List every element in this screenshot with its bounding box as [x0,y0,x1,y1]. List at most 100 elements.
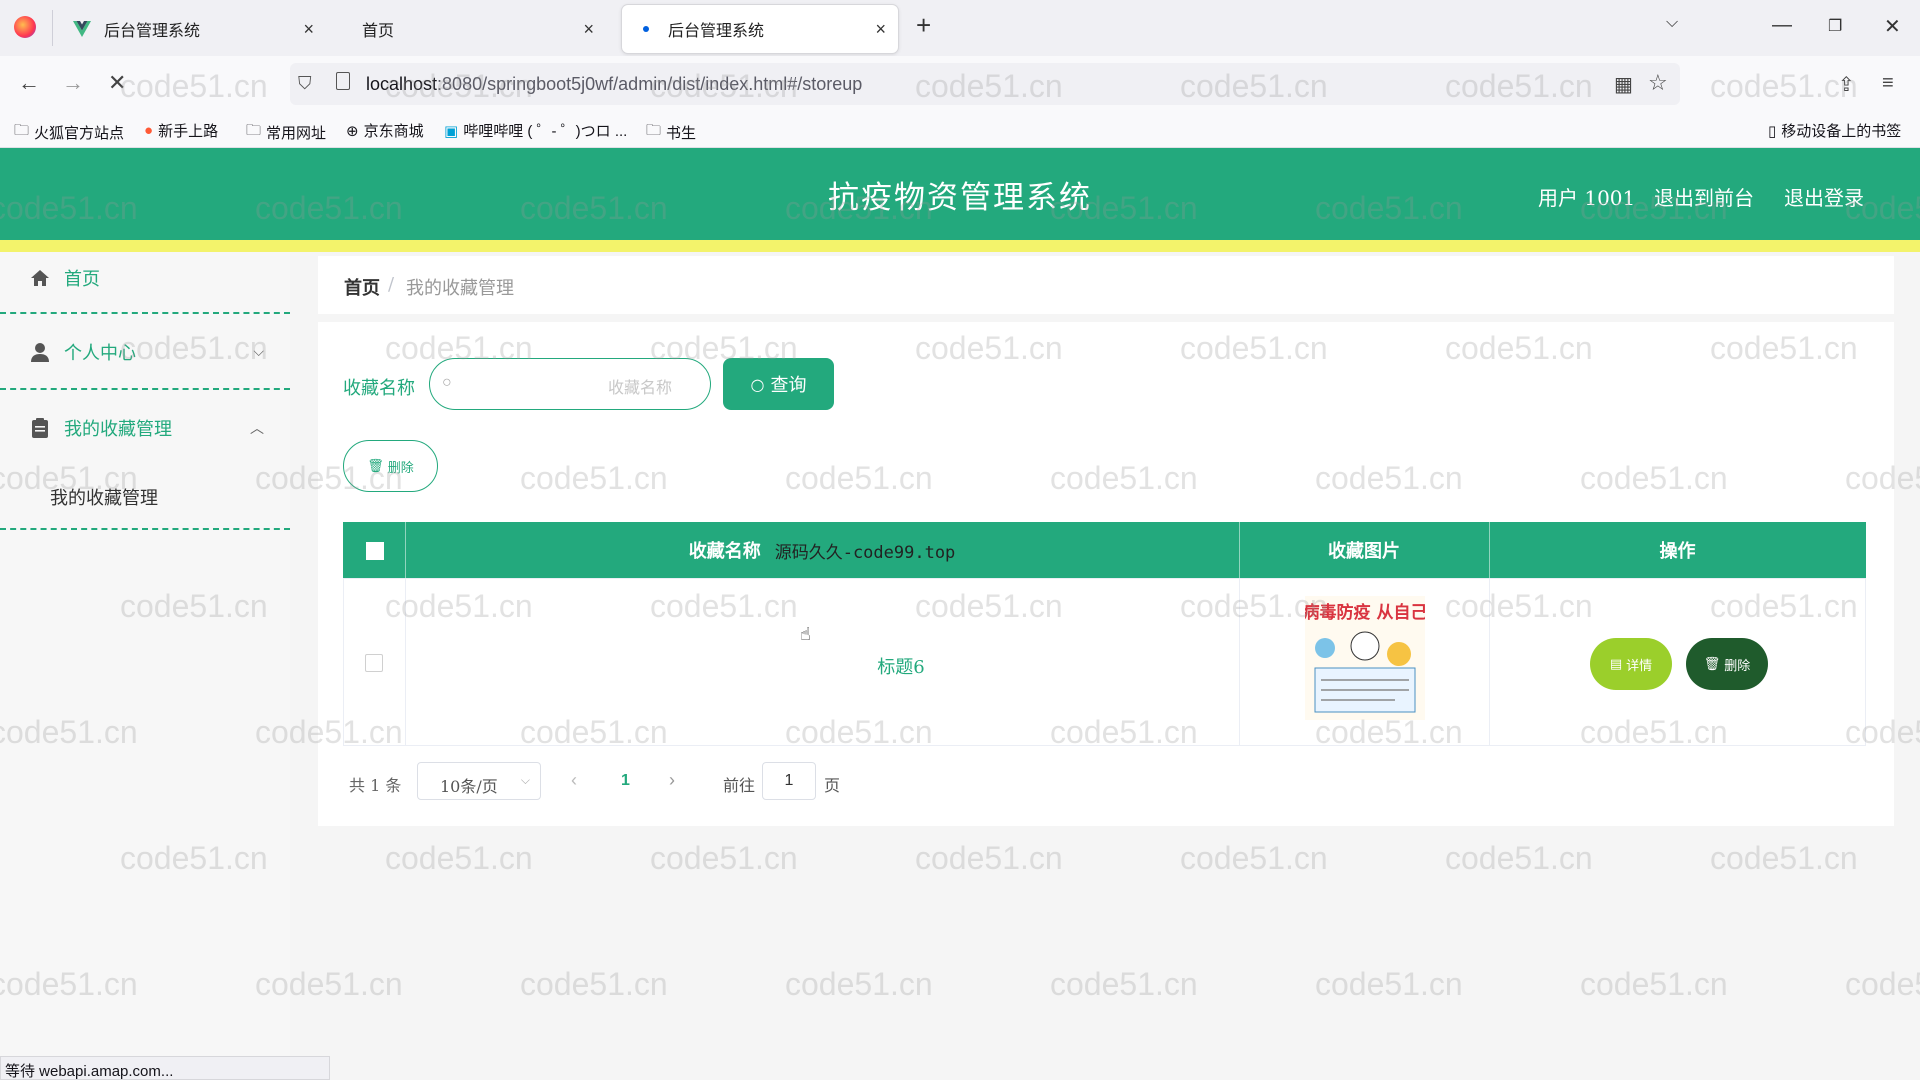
trash-icon: 🗑 [367,458,384,473]
watermark-text: code51.cn [1180,840,1328,876]
column-header-actions: 操作 [1659,541,1696,562]
back-icon[interactable]: ← [18,70,40,96]
bookmark-item[interactable]: ⊕ 京东商城 [346,120,424,141]
sidebar-item-home[interactable]: 首页 [0,266,290,290]
breadcrumb-current: 我的收藏管理 [406,278,514,299]
user-name: 用户 1001 [1538,186,1636,210]
bookmark-label: 火狐官方站点 [34,125,125,142]
firefox-icon[interactable] [14,16,36,38]
next-page-button[interactable]: › [669,770,675,791]
bookmark-label: 书生 [666,125,697,142]
goto-unit: 页 [824,776,841,795]
breadcrumb-home[interactable]: 首页 [344,274,380,300]
watermark-text: code51.cn [915,840,1063,876]
mobile-bookmarks[interactable]: ▯ 移动设备上的书签 [1768,120,1901,141]
favorites-table: 收藏名称 源码久久-code99.top 收藏图片 操作 标题6 抗击病毒防疫 … [343,522,1866,746]
bookmark-item[interactable]: ● 新手上路 [144,120,218,141]
goto-page-input[interactable]: 1 [762,762,816,800]
prev-page-button[interactable]: ‹ [571,770,577,791]
document-icon: ▤ [1609,656,1623,671]
close-icon[interactable]: × [875,19,886,40]
row-delete-button[interactable]: 🗑 删除 [1686,638,1768,690]
watermark-text: code51.cn [1845,966,1920,1002]
qr-code-icon[interactable]: ▦ [1614,72,1633,97]
bookmark-star-icon[interactable]: ☆ [1648,70,1668,96]
mobile-icon: ▯ [1768,122,1777,140]
row-name: 标题6 [877,657,925,678]
menu-icon[interactable]: ≡ [1882,72,1894,95]
minimize-icon[interactable]: — [1772,14,1792,37]
bookmark-item[interactable]: 🗀 火狐官方站点 [14,120,124,145]
sidebar-item-label: 我的收藏管理 [64,419,172,440]
delete-label: 删除 [1724,657,1751,673]
watermark-text: code51.cn [650,840,798,876]
bookmark-label: 京东商城 [363,123,424,140]
search-input[interactable]: ○ 收藏名称 [429,358,711,410]
trash-icon: 🗑 [1703,656,1721,671]
list-tabs-icon[interactable]: ⌵ [1666,14,1678,32]
restore-icon[interactable]: ❐ [1828,16,1842,36]
watermark-text: code51.cn [1315,966,1463,1002]
watermark-text: code51.cn [785,966,933,1002]
page-size-select[interactable]: 10条/页 ⌵ [417,762,541,800]
globe-icon: ⊕ [346,122,359,140]
user-icon [30,342,50,362]
bookmark-item[interactable]: ▣ 哔哩哔哩 ( ゜- ゜)つロ ... [444,120,627,141]
watermark-text: code51.cn [1710,840,1858,876]
watermark-text: code51.cn [1445,840,1593,876]
forward-icon[interactable]: → [62,70,84,96]
select-all-checkbox[interactable] [366,542,384,560]
sidebar-subitem-favorites[interactable]: 我的收藏管理 [50,484,158,510]
delete-label: 删除 [387,459,414,475]
extensions-icon[interactable]: ⇪ [1838,72,1855,97]
window-close-icon[interactable]: ✕ [1884,14,1901,39]
row-image[interactable]: 抗击病毒防疫 从自己做起 [1269,596,1462,720]
close-icon[interactable]: × [583,19,594,40]
new-tab-button[interactable]: + [916,10,931,41]
tab-title: 后台管理系统 [668,23,765,40]
detail-button[interactable]: ▤ 详情 [1590,638,1672,690]
page-size-value: 10条/页 [440,777,498,796]
detail-label: 详情 [1626,657,1653,673]
tab-home[interactable]: 首页 × [334,5,606,53]
mouse-cursor-icon: ☝ [800,624,811,644]
bookmarks-bar: 🗀 火狐官方站点 ● 新手上路 🗀 常用网址 ⊕ 京东商城 ▣ 哔哩哔哩 ( ゜- ゜)つ… [0,112,1920,148]
watermark-text: code51.cn [1050,966,1198,1002]
sidebar-item-label: 首页 [64,269,100,290]
sidebar-item-personal[interactable]: 个人中心 ⌵ [0,340,290,364]
row-checkbox[interactable] [365,654,383,672]
app-header: 抗疫物资管理系统 用户 1001 退出到前台 退出登录 [0,148,1920,252]
shield-icon[interactable]: ⛉ [298,73,312,94]
query-label: 查询 [770,375,807,396]
logout-link[interactable]: 退出登录 [1784,182,1864,211]
clipboard-icon [30,418,50,438]
sidebar-item-favorites[interactable]: 我的收藏管理 ︿ [0,416,290,440]
bookmark-item[interactable]: 🗀 常用网址 [246,120,326,145]
back-to-front-link[interactable]: 退出到前台 [1654,182,1754,211]
tab-admin-1[interactable]: 后台管理系统 × [58,5,326,53]
chevron-up-icon: ︿ [250,421,264,437]
breadcrumb [318,256,1894,314]
close-icon[interactable]: × [303,19,314,40]
bookmark-item[interactable]: 🗀 书生 [646,120,696,145]
bookmark-label: 常用网址 [266,125,327,142]
status-bar: 等待 webapi.amap.com... [0,1056,330,1080]
divider [0,528,290,530]
pagination-total: 共 1 条 [349,776,402,795]
url-text[interactable]: localhost:8080/springboot5j0wf/admin/dis… [366,74,862,95]
page-number[interactable]: 1 [621,772,630,790]
bookmark-label: 新手上路 [158,123,219,140]
chevron-down-icon: ⌵ [520,773,530,787]
search-placeholder: 收藏名称 [607,378,672,397]
stop-icon[interactable]: ✕ [108,70,126,96]
pagination: 共 1 条 10条/页 ⌵ ‹ 1 › 前往 1 页 [349,762,949,800]
query-button[interactable]: ○ 查询 [723,358,834,410]
bookmark-label: 移动设备上的书签 [1781,123,1902,140]
chevron-down-icon: ⌵ [253,344,264,360]
tab-title: 首页 [362,23,395,40]
browser-tab-bar: 后台管理系统 × 首页 × 后台管理系统 × + ⌵ — ❐ ✕ [0,0,1920,56]
watermark-text: code51.cn [520,966,668,1002]
batch-delete-button[interactable]: 🗑 删除 [343,440,438,492]
goto-label: 前往 [723,776,756,795]
tab-admin-active[interactable]: 后台管理系统 × [622,5,898,53]
